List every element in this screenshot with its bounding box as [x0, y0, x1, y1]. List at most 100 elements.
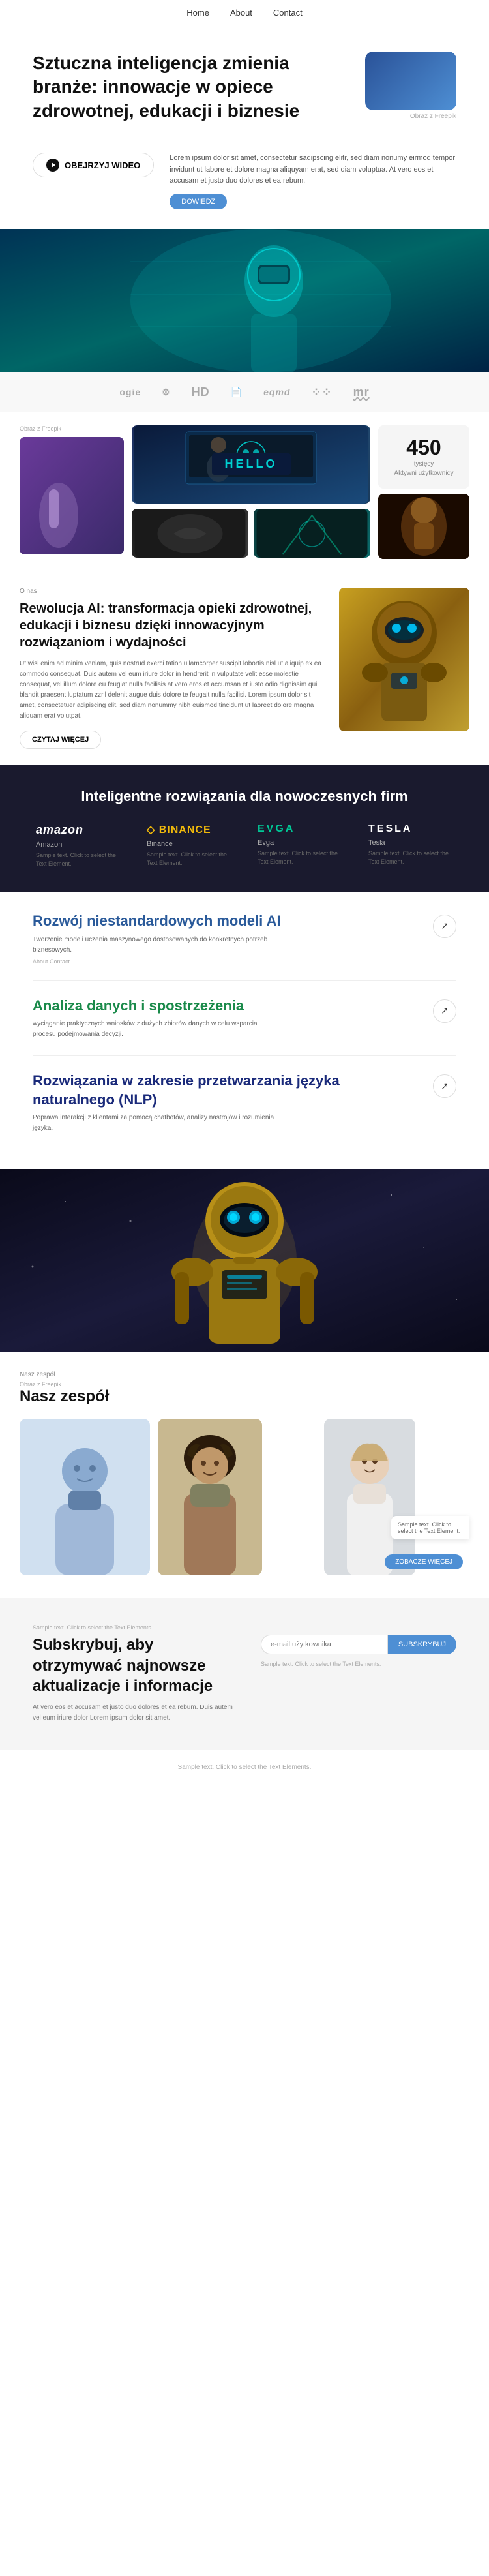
subscribe-note: Sample text. Click to select the Text El…	[261, 1661, 456, 1667]
hero-image-placeholder	[365, 52, 456, 110]
hero-banner-svg	[0, 229, 489, 372]
service-title-3: Rozwiązania w zakresie przetwarzania jęz…	[33, 1072, 422, 1109]
binance-name: Binance	[147, 840, 231, 848]
hero-body-text-block: Lorem ipsum dolor sit amet, consectetur …	[170, 153, 456, 209]
nav-contact[interactable]: Contact	[273, 8, 303, 18]
nav-home[interactable]: Home	[186, 8, 209, 18]
service-desc-1: Tworzenie modeli uczenia maszynowego dos…	[33, 935, 280, 956]
service-desc-2: wyciąganie praktycznych wniosków z dużyc…	[33, 1019, 280, 1040]
brand-amazon: amazon Amazon Sample text. Click to sele…	[36, 823, 121, 869]
footer-text: Sample text. Click to select the Text El…	[178, 1764, 312, 1771]
team-member-2-image	[158, 1419, 262, 1575]
robot-image	[339, 588, 469, 731]
service-title-2: Analiza danych i spostrzeżenia	[33, 997, 422, 1016]
team-section: Nasz zespół Obraz z Freepik Nasz zespół	[0, 1352, 489, 1598]
services-section: Rozwój niestandardowych modeli AI Tworze…	[0, 892, 489, 1169]
service-arrow-2[interactable]	[433, 999, 456, 1023]
gallery-tall-image	[20, 437, 124, 554]
brand-evga: EVGA Evga Sample text. Click to select t…	[258, 823, 342, 869]
service-item-2: Analiza danych i spostrzeżenia wyciągani…	[33, 997, 456, 1040]
logo-dots: ⁘⁘	[311, 386, 332, 399]
team-label: Nasz zespół	[20, 1371, 469, 1378]
brand-binance: ◇ BINANCE Binance Sample text. Click to …	[147, 823, 231, 869]
evga-logo: EVGA	[258, 823, 342, 835]
subscribe-section: Sample text. Click to select the Text El…	[0, 1598, 489, 1750]
subscribe-grid: Subskrybuj, aby otrzymywać najnowsze akt…	[33, 1635, 456, 1723]
amazon-desc: Sample text. Click to select the Text El…	[36, 851, 121, 869]
gallery-center: HELLO	[132, 425, 370, 559]
evga-name: Evga	[258, 839, 342, 847]
count-box: 450 tysięcy Aktywni użytkownicy	[378, 425, 469, 489]
team-grid: Sample text. Click to select the Text El…	[20, 1419, 469, 1579]
binance-logo: ◇ BINANCE	[147, 823, 231, 836]
logo-ogie: ogie	[119, 387, 141, 397]
team-card-1	[20, 1419, 150, 1575]
subscribe-email-input[interactable]	[261, 1635, 388, 1654]
about-label: O nas	[20, 588, 326, 595]
hello-badge: HELLO	[212, 453, 291, 475]
hero-title-block: Sztuczna inteligencja zmienia branże: in…	[33, 52, 349, 133]
about-left: O nas Rewolucja AI: transformacja opieki…	[20, 588, 326, 749]
czytaj-button[interactable]: CZYTAJ WIĘCEJ	[20, 731, 101, 749]
team-member-3-image	[270, 1419, 469, 1575]
service-item-1: Rozwój niestandardowych modeli AI Tworze…	[33, 912, 456, 965]
hero-banner-overlay	[0, 229, 489, 372]
play-icon	[46, 159, 59, 172]
navigation: Home About Contact	[0, 0, 489, 25]
hero-title: Sztuczna inteligencja zmienia branże: in…	[33, 52, 349, 123]
count-unit: tysięcy	[386, 460, 462, 469]
evga-desc: Sample text. Click to select the Text El…	[258, 849, 342, 867]
service-title-1: Rozwój niestandardowych modeli AI	[33, 912, 422, 931]
gallery-right: 450 tysięcy Aktywni użytkownicy	[378, 425, 469, 559]
gallery-section: Obraz z Freepik	[0, 412, 489, 572]
team-header: Nasz zespół Obraz z Freepik Nasz zespół	[20, 1371, 469, 1406]
service-arrow-3[interactable]	[433, 1074, 456, 1098]
subscribe-left: Subskrybuj, aby otrzymywać najnowsze akt…	[33, 1635, 241, 1723]
brand-tesla: TESLA Tesla Sample text. Click to select…	[368, 823, 453, 869]
dark-section: Inteligentne rozwiązania dla nowoczesnyc…	[0, 765, 489, 892]
subscribe-submit-button[interactable]: SUBSKRYBUJ	[388, 1635, 456, 1654]
gallery-teal-image	[254, 509, 370, 558]
logo-eqmd: eqmd	[263, 387, 290, 397]
watch-video-button[interactable]: OBEJRZYJ WIDEO	[33, 153, 154, 177]
team-sample-text: Sample text. Click to select the Text El…	[391, 1516, 469, 1539]
gallery-dark-image	[132, 509, 248, 558]
service-arrow-1[interactable]	[433, 915, 456, 938]
hero-section: Sztuczna inteligencja zmienia branże: in…	[0, 25, 489, 153]
watch-video-label: OBEJRZYJ WIDEO	[65, 160, 140, 170]
subscribe-desc: At vero eos et accusam et justo duo dolo…	[33, 1703, 241, 1723]
service-desc-3: Poprawa interakcji z klientami za pomocą…	[33, 1113, 280, 1134]
tesla-name: Tesla	[368, 839, 453, 847]
hero-bottom: OBEJRZYJ WIDEO Lorem ipsum dolor sit ame…	[0, 153, 489, 229]
dark-section-title: Inteligentne rozwiązania dla nowoczesnyc…	[33, 788, 456, 805]
hero-banner	[0, 229, 489, 372]
zobacze-button[interactable]: ZOBACZE WIĘCEJ	[385, 1554, 463, 1569]
brands-grid: amazon Amazon Sample text. Click to sele…	[33, 823, 456, 869]
gallery-bottom-row	[132, 509, 370, 558]
logo-gear: ⚙	[162, 387, 171, 398]
robot-banner-svg	[0, 1169, 489, 1352]
nav-about[interactable]: About	[230, 8, 252, 18]
gallery-left: Obraz z Freepik	[20, 425, 124, 559]
about-right	[339, 588, 469, 749]
gallery-wide-image: HELLO	[132, 425, 370, 504]
gallery-robot-image	[378, 494, 469, 559]
robot-banner	[0, 1169, 489, 1352]
count-number: 450	[386, 436, 462, 460]
dowiedz-button[interactable]: DOWIEDZ	[170, 194, 227, 209]
team-member-1-image	[20, 1419, 150, 1575]
team-card-2	[158, 1419, 262, 1575]
logos-bar: ogie ⚙ HD 📄 eqmd ⁘⁘ mr	[0, 372, 489, 412]
subscribe-form: SUBSKRYBUJ	[261, 1635, 456, 1654]
tesla-logo: TESLA	[368, 823, 453, 835]
amazon-name: Amazon	[36, 841, 121, 849]
team-caption: Obraz z Freepik	[20, 1381, 469, 1387]
hero-body-text: Lorem ipsum dolor sit amet, consectetur …	[170, 153, 456, 187]
about-body: Ut wisi enim ad minim veniam, quis nostr…	[20, 659, 326, 721]
team-title: Nasz zespół	[20, 1387, 469, 1406]
about-title: Rewolucja AI: transformacja opieki zdrow…	[20, 600, 326, 651]
logo-doc: 📄	[231, 387, 243, 398]
footer: Sample text. Click to select the Text El…	[0, 1750, 489, 1783]
subscribe-right: SUBSKRYBUJ Sample text. Click to select …	[261, 1635, 456, 1667]
binance-desc: Sample text. Click to select the Text El…	[147, 851, 231, 868]
